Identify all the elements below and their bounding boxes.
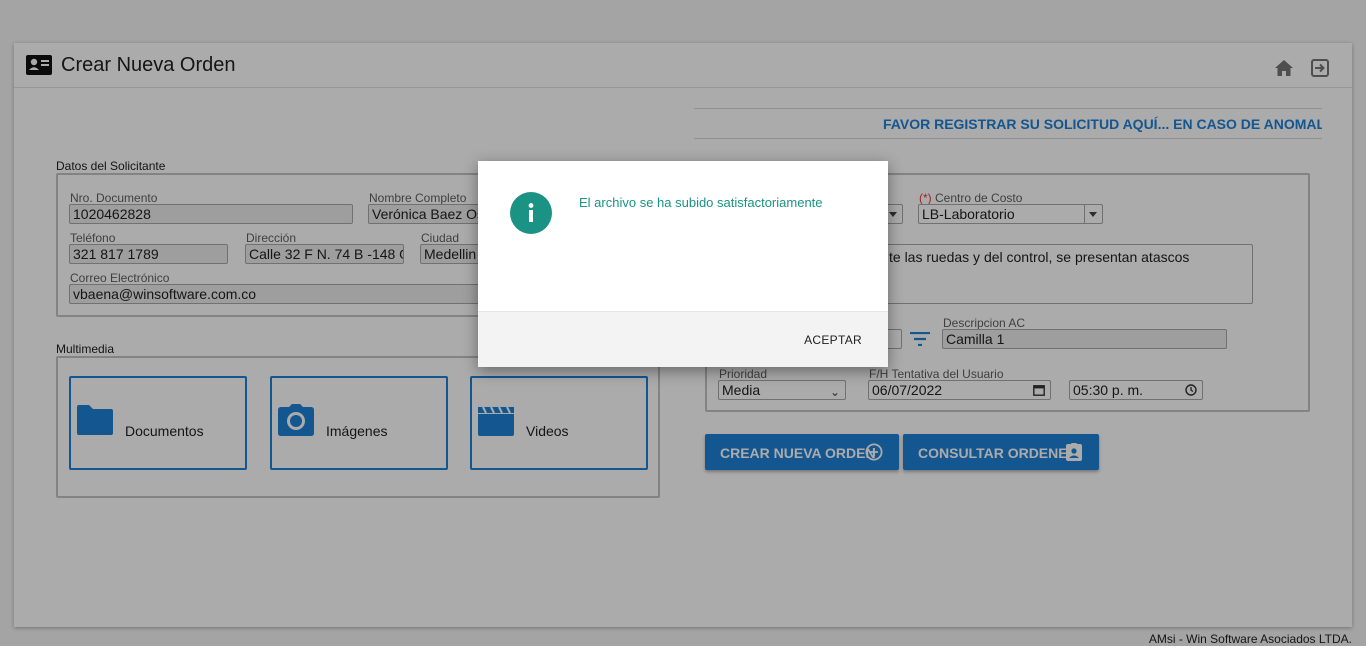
info-dialog: El archivo se ha subido satisfactoriamen… xyxy=(478,161,888,367)
info-icon xyxy=(510,192,552,234)
aceptar-button[interactable]: ACEPTAR xyxy=(804,333,862,347)
dialog-footer: ACEPTAR xyxy=(478,311,888,367)
dialog-message: El archivo se ha subido satisfactoriamen… xyxy=(579,195,823,210)
